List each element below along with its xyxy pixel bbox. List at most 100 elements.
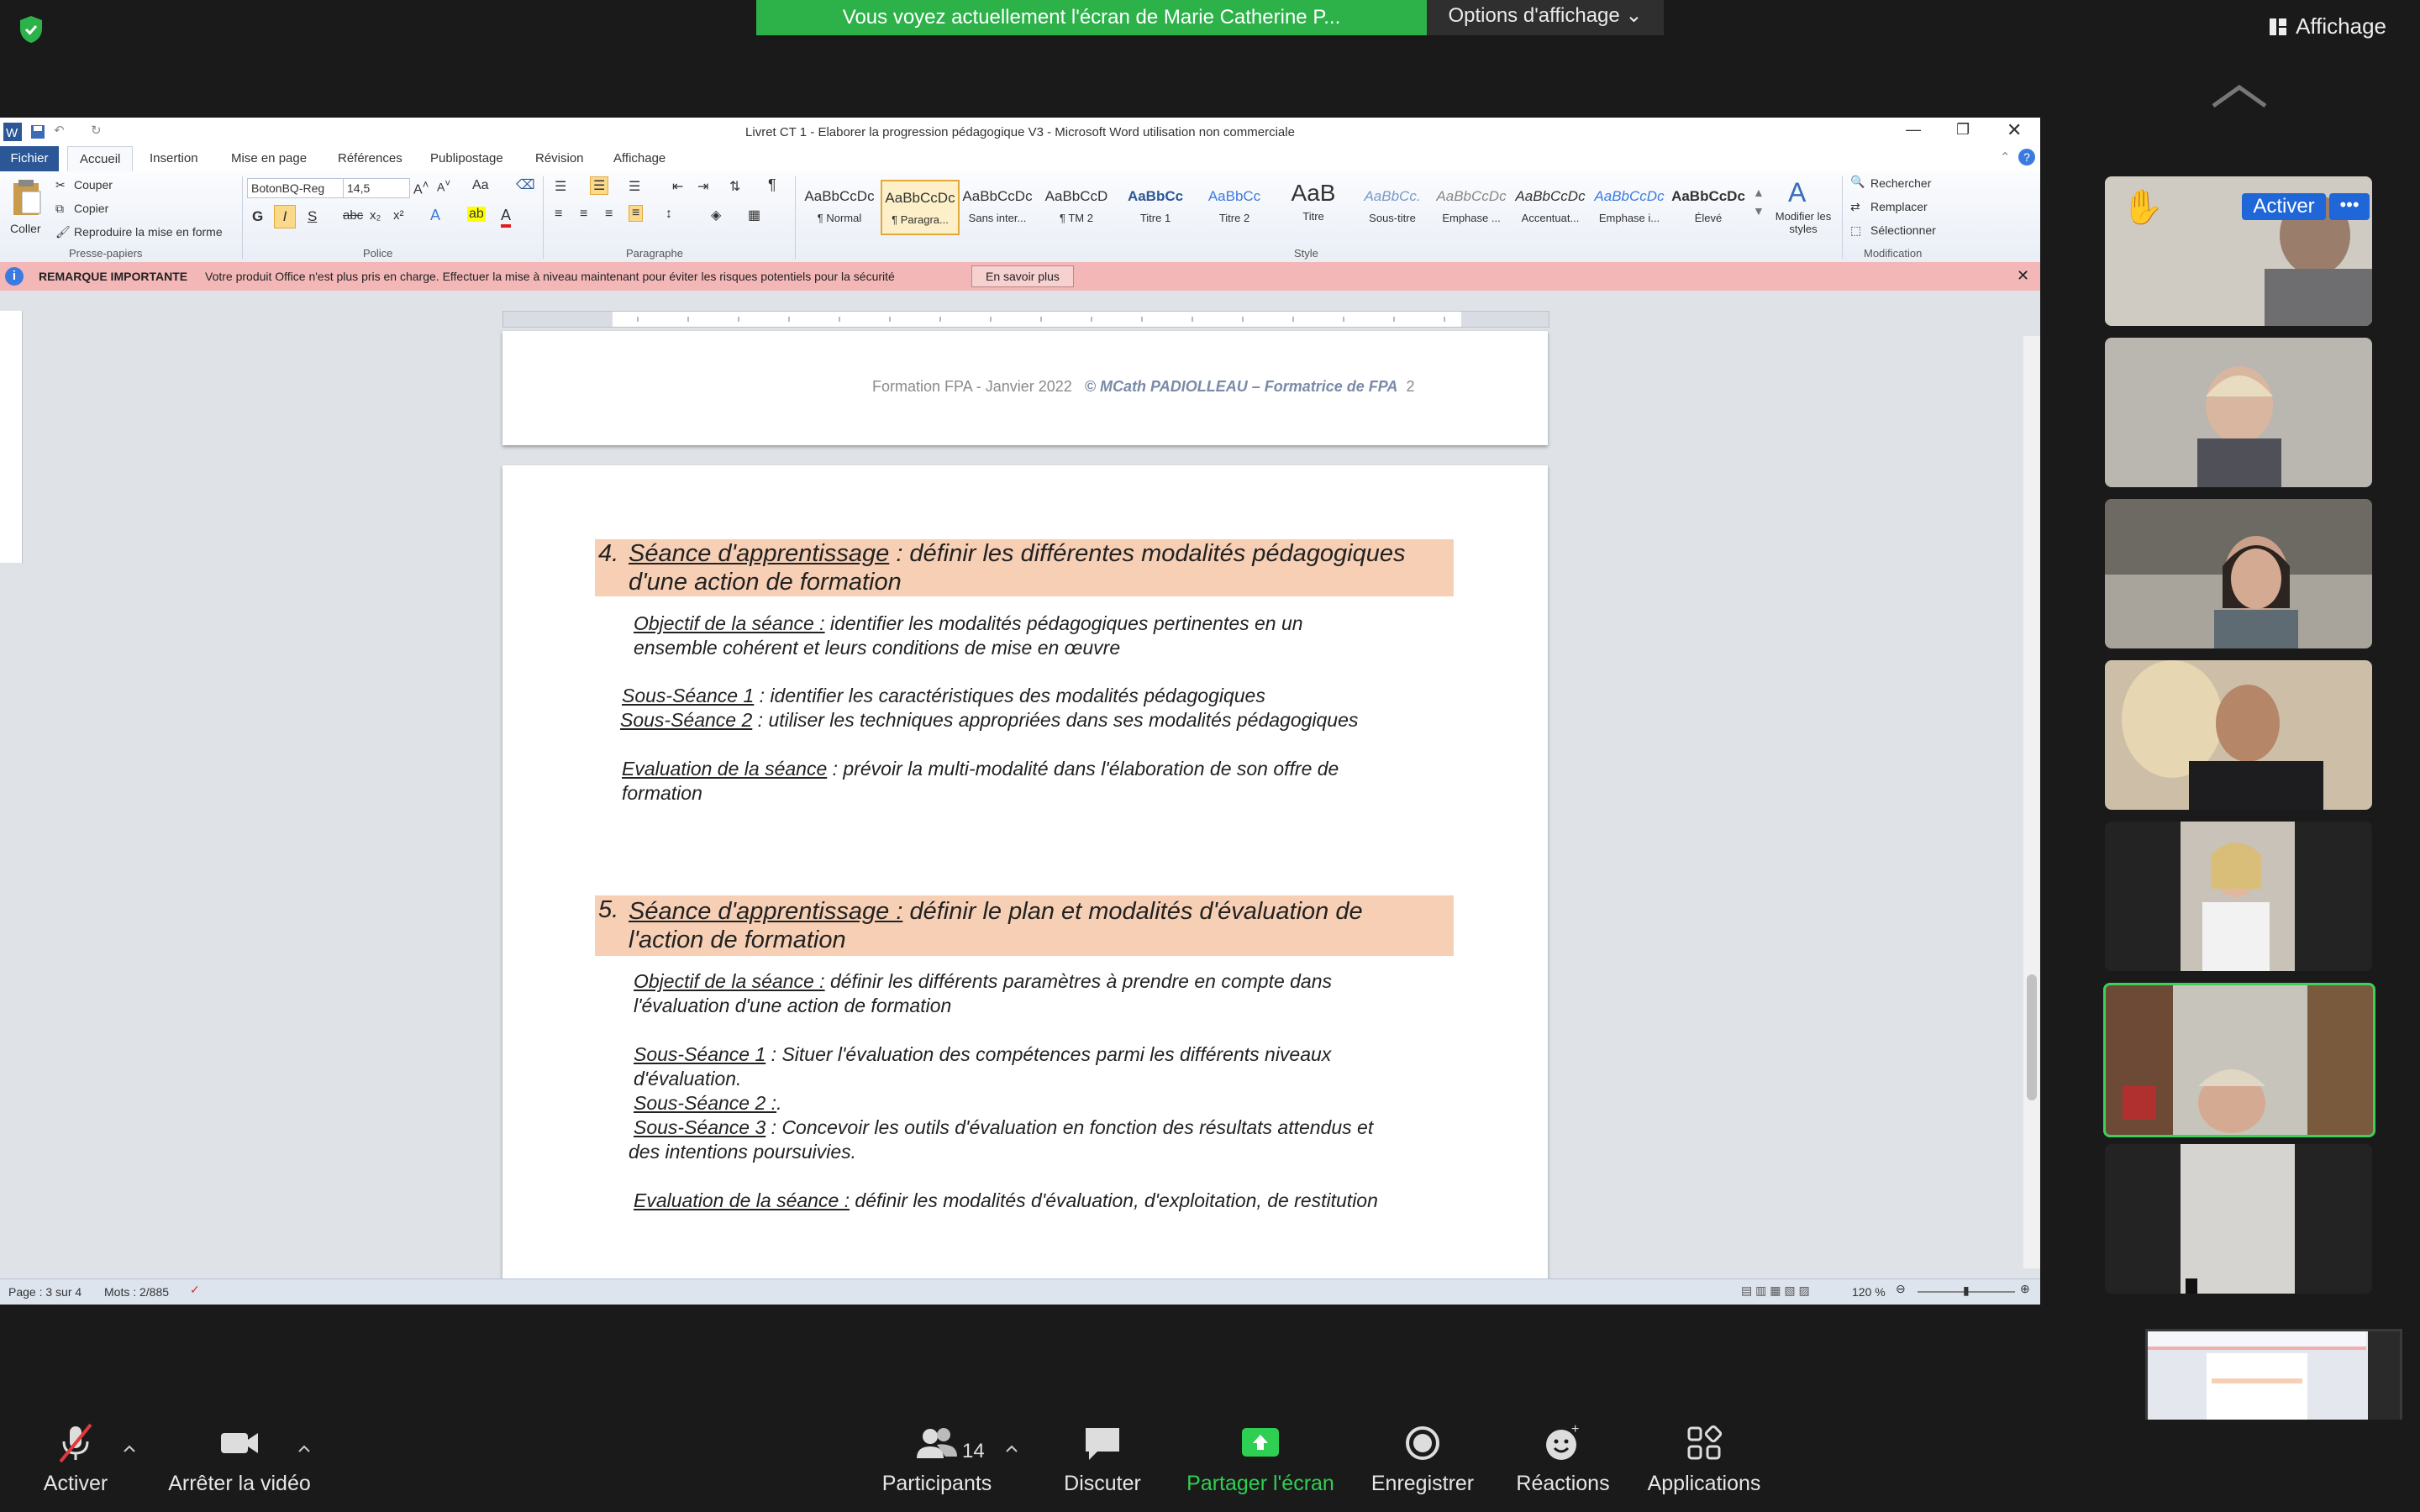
align-center-icon[interactable]: ≡ — [580, 207, 587, 222]
scrollbar-thumb[interactable] — [2027, 974, 2037, 1100]
tab-insertion[interactable]: Insertion — [150, 151, 198, 165]
style-paragraphe[interactable]: AaBbCcDc ¶ Paragra... — [881, 180, 960, 235]
participant-video-tile[interactable] — [2105, 822, 2372, 971]
participant-video-tile[interactable] — [2105, 1144, 2372, 1294]
tab-fichier[interactable]: Fichier — [0, 146, 59, 171]
numbering-icon[interactable]: ☰ — [590, 176, 609, 195]
style-titre[interactable]: AaB Titre — [1276, 180, 1351, 232]
paste-label[interactable]: Coller — [10, 222, 41, 235]
record-button[interactable]: Enregistrer — [1368, 1421, 1477, 1496]
learn-more-button[interactable]: En savoir plus — [971, 265, 1074, 287]
minimize-icon[interactable]: — — [1906, 121, 1921, 139]
zoom-slider-handle[interactable]: ▮ — [1963, 1284, 1970, 1298]
participant-video-tile[interactable] — [2105, 499, 2372, 648]
view-mode-icons[interactable]: ▤ ▥ ▦ ▧ ▨ — [1741, 1284, 1810, 1298]
tab-revision[interactable]: Révision — [535, 151, 584, 165]
participant-video-tile[interactable] — [2105, 660, 2372, 810]
style-tm2[interactable]: AaBbCcD ¶ TM 2 — [1039, 180, 1114, 232]
unmute-button[interactable]: Activer — [25, 1421, 126, 1496]
tab-publipostage[interactable]: Publipostage — [430, 151, 503, 165]
grow-font-icon[interactable]: A˄ — [413, 178, 429, 197]
subscript-icon[interactable]: x₂ — [370, 208, 381, 223]
chevron-up-icon[interactable] — [1005, 1445, 1018, 1453]
sort-icon[interactable]: ⇅ — [729, 178, 740, 195]
align-right-icon[interactable]: ≡ — [605, 207, 613, 222]
word-count[interactable]: Mots : 2/885 — [104, 1285, 169, 1299]
style-titre1[interactable]: AaBbCc Titre 1 — [1118, 180, 1193, 232]
minimize-ribbon-icon[interactable]: ⌃ — [2000, 150, 2011, 165]
zoom-out-icon[interactable]: ⊖ — [1896, 1282, 1906, 1296]
modify-styles-button[interactable]: Modifier les styles — [1771, 210, 1835, 235]
line-spacing-icon[interactable]: ↕ — [666, 207, 672, 222]
style-gallery-scroll-icon[interactable]: ▲ ▼ — [1753, 183, 1765, 220]
participant-video-tile-speaking[interactable] — [2103, 983, 2375, 1137]
close-icon[interactable]: ✕ — [2007, 119, 2022, 141]
font-name-select[interactable]: BotonBQ-Reg — [247, 178, 346, 198]
increase-indent-icon[interactable]: ⇥ — [697, 178, 708, 195]
paste-icon[interactable] — [10, 178, 44, 217]
superscript-icon[interactable]: x² — [393, 208, 404, 223]
restore-icon[interactable]: ❐ — [1956, 121, 1970, 139]
find-button[interactable]: Rechercher — [1870, 176, 1931, 190]
decrease-indent-icon[interactable]: ⇤ — [672, 178, 683, 195]
chevron-up-icon[interactable] — [297, 1445, 311, 1453]
style-emphase-pale[interactable]: AaBbCcDc Emphase ... — [1434, 180, 1509, 232]
highlight-icon[interactable]: ab — [467, 207, 486, 222]
page-count[interactable]: Page : 3 sur 4 — [8, 1285, 82, 1299]
style-eleve[interactable]: AaBbCcDc Élevé — [1670, 180, 1746, 232]
share-screen-button[interactable]: Partager l'écran — [1180, 1421, 1341, 1496]
document-page-current[interactable]: 4. Séance d'apprentissage : définir les … — [502, 465, 1548, 1278]
style-normal[interactable]: AaBbCcDc ¶ Normal — [802, 180, 877, 232]
zoom-in-icon[interactable]: ⊕ — [2020, 1282, 2030, 1296]
font-size-select[interactable]: 14,5 — [343, 178, 410, 198]
style-sans-interligne[interactable]: AaBbCcDc Sans inter... — [960, 180, 1035, 232]
more-options-button[interactable]: ••• — [2329, 193, 2370, 220]
help-icon[interactable]: ? — [2018, 149, 2035, 165]
participant-video-tile[interactable] — [2105, 338, 2372, 487]
tab-references[interactable]: Références — [338, 151, 402, 165]
tab-accueil[interactable]: Accueil — [67, 146, 134, 172]
bullets-icon[interactable]: ☰ — [555, 178, 566, 195]
clear-format-icon[interactable]: ⌫ — [516, 176, 535, 193]
underline-icon[interactable]: S — [308, 208, 317, 225]
vertical-scrollbar[interactable] — [2023, 336, 2040, 1268]
multilevel-list-icon[interactable]: ☰ — [629, 178, 640, 195]
style-emphase-intense[interactable]: AaBbCcDc Emphase i... — [1591, 180, 1667, 232]
tab-mise-en-page[interactable]: Mise en page — [231, 151, 307, 165]
format-painter-button[interactable]: Reproduire la mise en forme — [74, 225, 223, 239]
style-sous-titre[interactable]: AaBbCc. Sous-titre — [1355, 180, 1430, 232]
strikethrough-icon[interactable]: abc — [343, 208, 363, 223]
horizontal-ruler[interactable] — [502, 311, 1549, 328]
zoom-level[interactable]: 120 % — [1852, 1285, 1886, 1299]
cut-button[interactable]: Couper — [74, 178, 113, 192]
replace-button[interactable]: Remplacer — [1870, 200, 1928, 213]
font-color-icon[interactable]: A — [501, 207, 512, 228]
justify-icon[interactable]: ≡ — [629, 205, 644, 222]
select-button[interactable]: Sélectionner — [1870, 223, 1936, 237]
tab-affichage[interactable]: Affichage — [613, 151, 666, 165]
copy-button[interactable]: Copier — [74, 202, 108, 215]
chat-button[interactable]: Discuter — [1052, 1421, 1153, 1496]
italic-icon[interactable]: I — [274, 205, 296, 228]
change-case-icon[interactable]: Aa — [472, 178, 489, 193]
stop-video-button[interactable]: Arrêter la vidéo — [160, 1421, 319, 1496]
align-left-icon[interactable]: ≡ — [555, 207, 562, 222]
text-effects-icon[interactable]: A — [430, 207, 440, 224]
view-options-button[interactable]: Options d'affichage ⌄ — [1427, 0, 1664, 35]
proofing-icon[interactable]: ✓ — [190, 1283, 200, 1297]
style-accentuation[interactable]: AaBbCcDc Accentuat... — [1512, 180, 1588, 232]
chevron-up-icon[interactable] — [2210, 84, 2269, 109]
security-shield-icon[interactable] — [18, 15, 44, 44]
apps-button[interactable]: Applications — [1637, 1421, 1771, 1496]
bold-icon[interactable]: G — [252, 208, 263, 225]
show-marks-icon[interactable]: ¶ — [768, 176, 776, 194]
unmute-request-button[interactable]: Activer — [2242, 193, 2326, 220]
shading-icon[interactable]: ◈ — [711, 207, 721, 223]
reactions-button[interactable]: + Réactions — [1512, 1421, 1613, 1496]
shrink-font-icon[interactable]: A˅ — [437, 178, 450, 194]
borders-icon[interactable]: ▦ — [748, 207, 760, 223]
style-titre2[interactable]: AaBbCc Titre 2 — [1197, 180, 1272, 232]
view-layout-button[interactable]: Affichage — [2269, 13, 2386, 39]
chevron-up-icon[interactable] — [123, 1445, 136, 1453]
close-notice-icon[interactable]: ✕ — [2017, 267, 2029, 285]
